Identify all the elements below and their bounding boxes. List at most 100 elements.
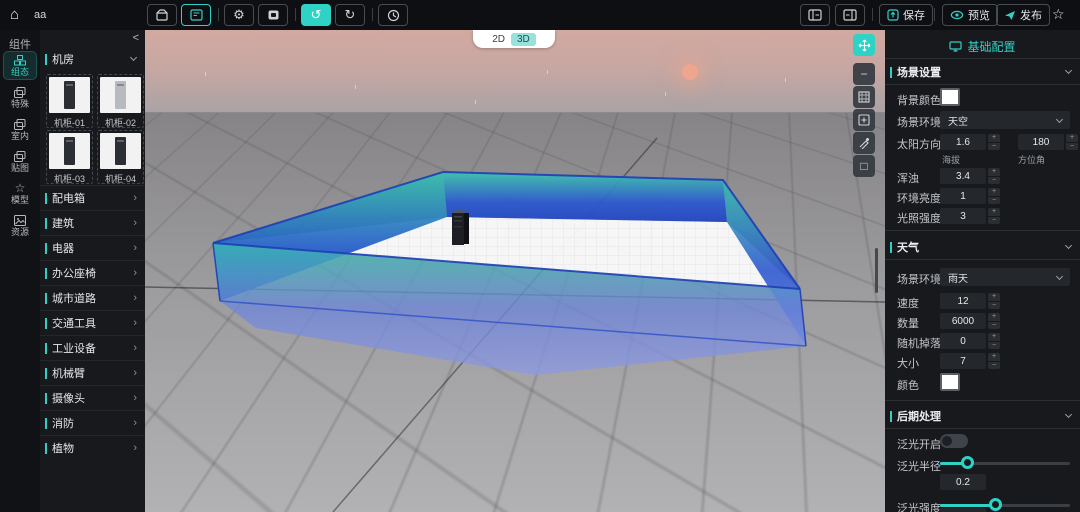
redo-button[interactable]: ↻ — [335, 4, 365, 26]
layout-tool-button[interactable] — [181, 4, 211, 26]
divider — [885, 400, 1080, 401]
category-robot-arm[interactable]: 机械臂 › — [40, 360, 145, 385]
ambient-input[interactable]: 1 — [940, 188, 986, 204]
publish-button[interactable]: 发布 — [996, 4, 1050, 26]
weather-env-select[interactable]: 雨天 — [940, 268, 1070, 286]
scene-env-select[interactable]: 天空 — [940, 111, 1070, 129]
category-electric[interactable]: 电器 › — [40, 235, 145, 260]
mode-3d-button[interactable]: 3D — [511, 32, 536, 46]
library-item-cabinet-01[interactable]: 机柜-01 — [46, 74, 93, 128]
monitor-icon — [949, 41, 963, 52]
home-icon[interactable]: ⌂ — [10, 6, 19, 24]
turbidity-input[interactable]: 3.4 — [940, 168, 986, 184]
toolbar-divider — [295, 8, 296, 21]
inspector-tab-basic-config[interactable]: 基础配置 — [885, 38, 1080, 55]
count-input[interactable]: 6000 — [940, 313, 986, 329]
rail-item-label: 室内 — [10, 130, 29, 141]
group-accent-bar — [45, 53, 47, 65]
cabinet-thumbnail — [100, 77, 141, 113]
speed-input[interactable]: 12 — [940, 293, 986, 309]
chevron-down-icon — [1064, 410, 1073, 419]
left-rail: 组件 组态 特殊 室内 贴图 ☆ 模型 资源 — [0, 30, 40, 512]
bg-color-label: 背景颜色 — [897, 95, 941, 107]
favorite-star-button[interactable]: ☆ — [1052, 6, 1065, 23]
rail-item-composition[interactable]: 组态 — [3, 51, 37, 80]
paint-tool-icon — [859, 138, 869, 149]
minus-tool-button[interactable]: − — [853, 63, 875, 85]
category-fire[interactable]: 消防 › — [40, 410, 145, 435]
history-button[interactable] — [378, 4, 408, 26]
random-drop-stepper[interactable]: + − — [988, 333, 1000, 349]
section-weather[interactable]: 天气 — [885, 238, 1080, 256]
panel-scrollbar[interactable] — [875, 248, 878, 293]
sun-altitude-input[interactable]: 1.6 — [940, 134, 986, 150]
library-item-cabinet-04[interactable]: 机柜-04 — [97, 130, 144, 184]
slider-knob[interactable] — [989, 498, 1002, 511]
section-scene-settings[interactable]: 场景设置 — [885, 63, 1080, 81]
category-vehicle[interactable]: 交通工具 › — [40, 310, 145, 335]
light-intensity-input[interactable]: 3 — [940, 208, 986, 224]
turbidity-stepper[interactable]: + − — [988, 168, 1000, 184]
focus-tool-button[interactable] — [853, 34, 875, 56]
bloom-radius-slider[interactable] — [940, 456, 1070, 470]
wall-tool-button[interactable] — [853, 86, 875, 108]
toggle-knob — [942, 436, 952, 446]
category-building[interactable]: 建筑 › — [40, 210, 145, 235]
collapse-right-panel-button[interactable] — [835, 4, 865, 26]
weather-color-swatch[interactable] — [940, 373, 960, 391]
category-office-chair[interactable]: 办公座椅 › — [40, 260, 145, 285]
size-input[interactable]: 7 — [940, 353, 986, 369]
settings-button[interactable]: ⚙ — [224, 4, 254, 26]
weather-color-label: 颜色 — [897, 380, 919, 392]
category-industrial[interactable]: 工业设备 › — [40, 335, 145, 360]
library-group-header[interactable]: 机房 — [40, 48, 145, 70]
sun-altitude-stepper[interactable]: + − — [988, 134, 1000, 150]
rail-item-indoor[interactable]: 室内 — [4, 116, 36, 143]
sun-azimuth-input[interactable]: 180 — [1018, 134, 1064, 150]
cabinet-object[interactable] — [452, 210, 469, 245]
preview-button[interactable]: 预览 — [942, 4, 998, 26]
turbidity-label: 浑浊 — [897, 173, 919, 185]
bloom-strength-value[interactable] — [940, 508, 986, 512]
bloom-radius-value[interactable]: 0.2 — [940, 474, 986, 490]
save-button[interactable]: 保存 — [879, 4, 933, 26]
add-tool-button[interactable] — [853, 109, 875, 131]
random-drop-input[interactable]: 0 — [940, 333, 986, 349]
bloom-toggle[interactable] — [940, 434, 968, 448]
chevron-down-icon — [1064, 241, 1073, 250]
size-stepper[interactable]: + − — [988, 353, 1000, 369]
viewport-canvas[interactable]: 2D 3D − □ — [145, 30, 885, 512]
bg-color-swatch[interactable] — [940, 88, 960, 106]
chevron-down-icon — [1055, 272, 1064, 280]
light-intensity-stepper[interactable]: + − — [988, 208, 1000, 224]
rail-item-special[interactable]: 特殊 — [4, 84, 36, 111]
count-stepper[interactable]: + − — [988, 313, 1000, 329]
rail-item-label: 特殊 — [10, 98, 29, 109]
ambient-stepper[interactable]: + − — [988, 188, 1000, 204]
altitude-sublabel: 海拔 — [942, 155, 961, 165]
undo-button[interactable]: ↺ — [301, 4, 331, 26]
gear-icon: ⚙ — [233, 7, 245, 22]
rail-item-model[interactable]: ☆ 模型 — [4, 180, 36, 207]
sun-azimuth-stepper[interactable]: + − — [1066, 134, 1078, 150]
paint-tool-button[interactable] — [853, 132, 875, 154]
material-button[interactable] — [258, 4, 288, 26]
collapse-library-icon[interactable]: < — [133, 32, 139, 44]
category-camera[interactable]: 摄像头 › — [40, 385, 145, 410]
box-tool-button[interactable] — [147, 4, 177, 26]
section-post-processing[interactable]: 后期处理 — [885, 407, 1080, 425]
wall-tool-icon — [858, 91, 870, 103]
category-power-box[interactable]: 配电箱 › — [40, 185, 145, 210]
rail-item-resource[interactable]: 资源 — [4, 212, 36, 239]
divider — [885, 259, 1080, 260]
slider-knob[interactable] — [961, 456, 974, 469]
category-city-road[interactable]: 城市道路 › — [40, 285, 145, 310]
select-tool-button[interactable]: □ — [853, 155, 875, 177]
mode-2d-button[interactable]: 2D — [492, 34, 505, 45]
collapse-left-panel-button[interactable] — [800, 4, 830, 26]
category-plant[interactable]: 植物 › — [40, 435, 145, 460]
library-item-cabinet-02[interactable]: 机柜-02 — [97, 74, 144, 128]
library-item-cabinet-03[interactable]: 机柜-03 — [46, 130, 93, 184]
rail-item-texture[interactable]: 贴图 — [4, 148, 36, 175]
speed-stepper[interactable]: + − — [988, 293, 1000, 309]
